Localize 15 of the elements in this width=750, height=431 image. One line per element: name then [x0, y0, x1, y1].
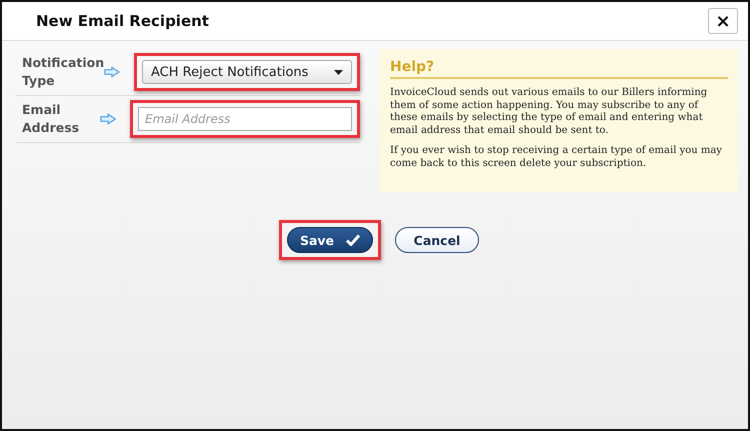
- cancel-button[interactable]: Cancel: [395, 227, 479, 253]
- notification-type-dropdown[interactable]: ACH Reject Notifications: [142, 60, 352, 84]
- caret-icon: [334, 70, 343, 74]
- field-label: Notification Type: [22, 54, 104, 90]
- help-paragraph: InvoiceCloud sends out various emails to our Billers informing them of some action happening. You may subscribe to any of these emails by selecting the type of email and entering what email address that email should be sent to.: [390, 87, 708, 137]
- save-button[interactable]: Save: [287, 227, 373, 253]
- email-address-field[interactable]: Email Address: [138, 107, 352, 131]
- window-title: New Email Recipient: [36, 12, 209, 30]
- field-label: Email Address: [22, 101, 80, 137]
- help-paragraph: If you ever wish to stop receiving a certain type of email you may come back to this screen delete your subscription.: [390, 145, 723, 170]
- arrow-icon: [104, 66, 120, 78]
- close-button[interactable]: ×: [708, 8, 738, 34]
- checkmark-icon: [346, 234, 360, 246]
- arrow-icon: [100, 113, 116, 125]
- help-title: Help?: [390, 59, 728, 79]
